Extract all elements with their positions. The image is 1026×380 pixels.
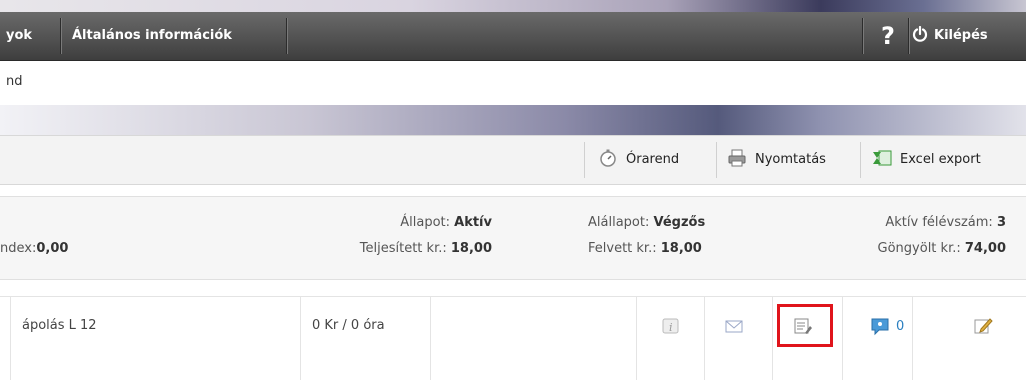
active-semester-value: 3 [996,215,1006,230]
cell-divider [772,354,773,379]
table-row: ápolás L 12 0 Kr / 0 óra i 0 [0,296,1026,380]
comment-count: 0 [896,318,905,334]
info-icon[interactable]: i [660,316,680,336]
comment-icon [871,318,889,336]
nav-divider [862,18,863,54]
stopwatch-icon [600,149,616,167]
cumulative-credits-field: Göngyölt kr.: 74,00 [878,241,1006,256]
cell-divider [300,354,301,379]
printer-icon [728,149,746,167]
print-label: Nyomtatás [755,152,826,167]
status-value: Aktív [454,215,492,230]
status-label: Állapot: [400,215,450,230]
completed-credits-value: 18,00 [450,241,492,256]
print-button[interactable]: Nyomtatás [727,136,826,184]
index-field: ndex:0,00 [0,241,68,256]
completed-credits-label: Teljesített kr.: [359,241,447,256]
cell-divider [842,354,843,379]
cumulative-credits-value: 74,00 [964,241,1006,256]
section-banner [0,105,1026,135]
power-icon [912,26,928,42]
cell-divider [10,354,11,379]
taken-credits-label: Felvett kr.: [588,241,657,256]
nav-divider [908,18,909,54]
nav-item-general-info[interactable]: Általános információk [62,12,242,60]
timetable-button[interactable]: Órarend [598,136,679,184]
excel-export-label: Excel export [900,152,981,167]
help-button[interactable]: ? [868,12,908,60]
status-field: Állapot: Aktív [400,215,492,230]
nav-divider [60,18,61,54]
index-label: ndex: [0,241,37,256]
taken-credits-field: Felvett kr.: 18,00 [588,241,702,256]
subject-name: ápolás L 12 [22,318,97,333]
index-value: 0,00 [36,241,69,256]
cell-divider [430,354,431,379]
top-banner [0,0,1026,12]
cumulative-credits-label: Göngyölt kr.: [877,241,961,256]
logout-button[interactable]: Kilépés [912,12,988,60]
excel-export-button[interactable]: Excel export [872,136,981,184]
edit-icon[interactable] [973,316,993,336]
active-semester-label: Aktív félévszám: [885,215,993,230]
mail-icon[interactable] [724,316,744,336]
student-info-panel: ndex:0,00 Állapot: Aktív Teljesített kr.… [0,196,1026,280]
nav-item-partial[interactable]: yok [0,12,42,60]
completed-credits-field: Teljesített kr.: 18,00 [360,241,492,256]
highlight-box [777,304,833,347]
active-semester-field: Aktív félévszám: 3 [885,215,1006,230]
toolbar: Órarend Nyomtatás Excel export [0,135,1026,185]
credits-hours: 0 Kr / 0 óra [312,318,385,333]
table-row [0,354,1026,379]
cell-divider [704,354,705,379]
excel-icon [873,150,892,166]
substatus-value: Végzős [653,215,706,230]
substatus-label: Alállapot: [588,215,650,230]
breadcrumb: nd [0,61,1026,105]
logout-label: Kilépés [934,28,988,43]
substatus-field: Alállapot: Végzős [588,215,705,230]
timetable-label: Órarend [626,152,680,167]
cell-divider [912,354,913,379]
nav-divider [286,18,287,54]
breadcrumb-text[interactable]: nd [6,74,23,89]
toolbar-divider [716,142,717,178]
cell-divider [636,354,637,379]
svg-text:i: i [669,321,673,334]
taken-credits-value: 18,00 [660,241,702,256]
toolbar-divider [860,142,861,178]
comments-button[interactable]: 0 [870,316,904,336]
toolbar-divider [584,142,585,178]
